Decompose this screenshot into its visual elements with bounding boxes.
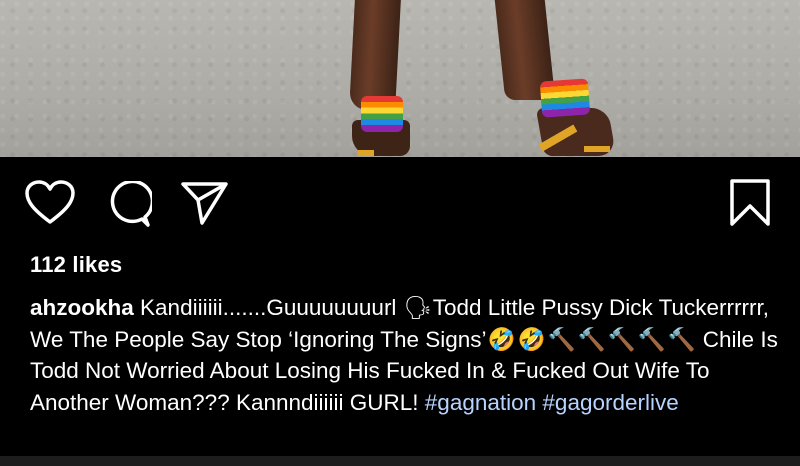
caption-text-1: Kandiiiiii.......Guuuuuuuurl (133, 295, 403, 320)
hammer-emoji: 🔨 (607, 326, 636, 352)
heart-icon[interactable] (24, 180, 76, 226)
bookmark-icon[interactable] (728, 178, 772, 228)
hammer-emoji: 🔨 (547, 326, 576, 352)
hashtag-link[interactable]: #gagorderlive (542, 390, 678, 415)
hashtag-link[interactable]: #gagnation (425, 390, 536, 415)
paper-plane-icon[interactable] (180, 180, 230, 226)
laughing-emoji: 🤣 (517, 326, 546, 352)
comment-icon[interactable] (104, 181, 152, 229)
username-link[interactable]: ahzookha (30, 295, 134, 320)
likes-count[interactable]: 112 likes (30, 252, 122, 278)
hammer-emoji: 🔨 (577, 326, 606, 352)
left-leg (349, 0, 401, 110)
bottom-divider (0, 456, 800, 466)
heel-right-sole (584, 146, 610, 152)
post-photo[interactable] (0, 0, 800, 157)
laughing-emoji: 🤣 (487, 326, 516, 352)
rainbow-cuff-left (361, 96, 403, 132)
hammer-emoji: 🔨 (637, 326, 666, 352)
post-caption: ahzookha Kandiiiiii.......Guuuuuuuurl 🗣T… (30, 292, 778, 418)
post-actions-bar (0, 176, 800, 232)
rainbow-cuff-right (539, 78, 591, 118)
speaking-head-emoji: 🗣 (403, 295, 432, 320)
heel-left (358, 150, 374, 156)
hammer-emoji: 🔨 (667, 326, 696, 352)
